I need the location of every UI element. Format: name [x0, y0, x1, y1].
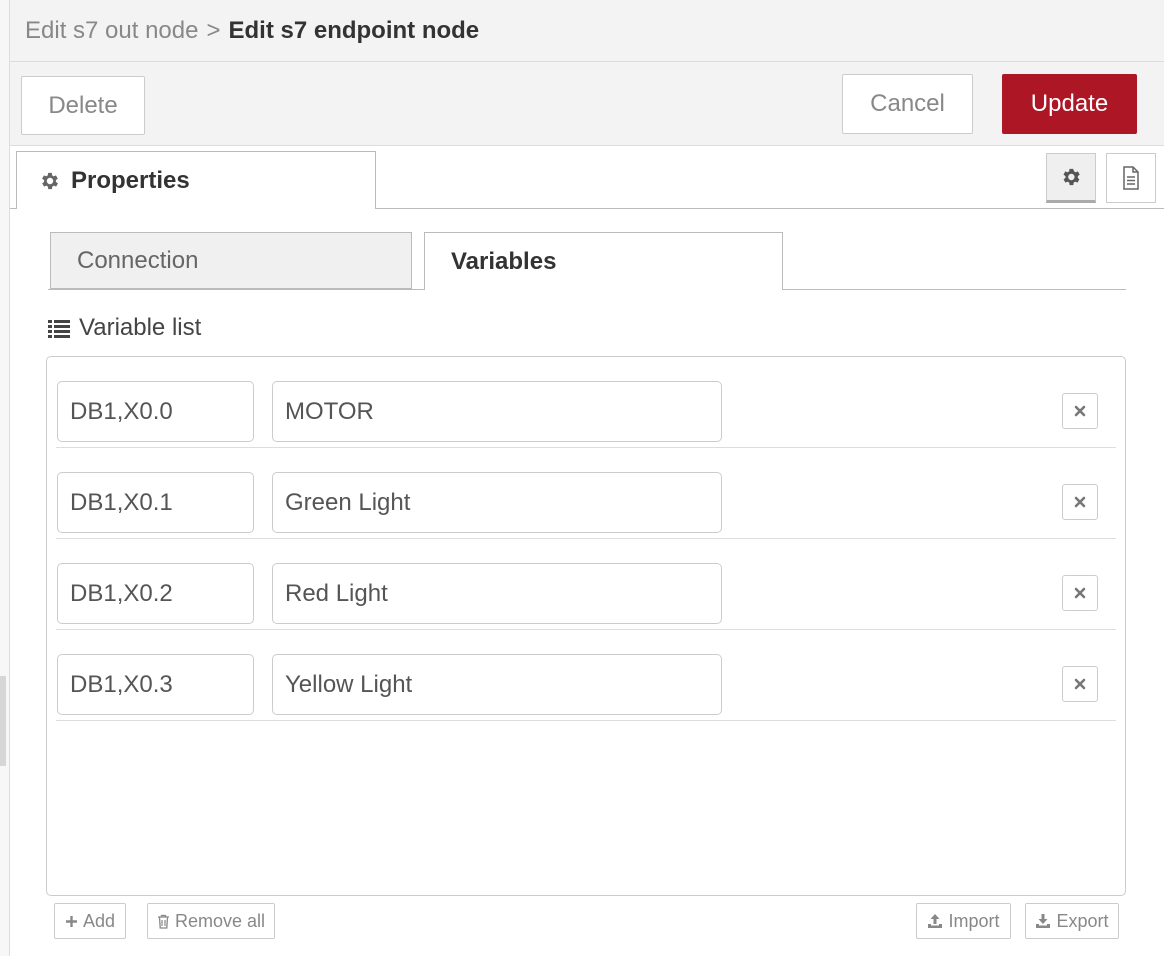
variable-name-input[interactable]: Red Light: [272, 563, 722, 624]
list-icon: [47, 318, 71, 338]
variable-address-input[interactable]: DB1,X0.0: [57, 381, 254, 442]
tab-properties[interactable]: Properties: [16, 151, 376, 209]
export-button[interactable]: Export: [1025, 903, 1119, 939]
remove-row-button[interactable]: [1062, 575, 1098, 611]
import-label: Import: [948, 910, 1000, 931]
tab-connection[interactable]: Connection: [50, 232, 412, 289]
variable-name-input[interactable]: Green Light: [272, 472, 722, 533]
variable-address-input[interactable]: DB1,X0.2: [57, 563, 254, 624]
breadcrumb: Edit s7 out node > Edit s7 endpoint node: [10, 0, 1164, 62]
upload-icon: [927, 913, 943, 929]
list-item: DB1,X0.3 Yellow Light: [56, 630, 1116, 721]
breadcrumb-separator: >: [206, 16, 221, 44]
download-icon: [1035, 913, 1051, 929]
remove-all-button[interactable]: Remove all: [147, 903, 275, 939]
list-item: DB1,X0.1 Green Light: [56, 448, 1116, 539]
tab-variables[interactable]: Variables: [424, 232, 783, 290]
close-icon: [1074, 587, 1086, 599]
list-item: DB1,X0.2 Red Light: [56, 539, 1116, 630]
gear-icon: [1060, 166, 1082, 188]
export-label: Export: [1056, 910, 1109, 931]
trash-icon: [157, 914, 170, 929]
add-variable-label: Add: [82, 910, 116, 931]
delete-button[interactable]: Delete: [21, 76, 145, 135]
editor-tabs: Properties: [10, 146, 1164, 210]
variable-name-input[interactable]: Yellow Light: [272, 654, 722, 715]
close-icon: [1074, 496, 1086, 508]
left-edge-strip: [0, 0, 10, 956]
remove-all-label: Remove all: [174, 910, 266, 931]
node-description-tab-button[interactable]: [1106, 153, 1156, 203]
variable-list-label: Variable list: [79, 314, 202, 341]
close-icon: [1074, 405, 1086, 417]
remove-row-button[interactable]: [1062, 666, 1098, 702]
cancel-button[interactable]: Cancel: [842, 74, 973, 134]
breadcrumb-current: Edit s7 endpoint node: [228, 16, 480, 44]
variable-address-input[interactable]: DB1,X0.1: [57, 472, 254, 533]
update-button[interactable]: Update: [1002, 74, 1137, 134]
remove-row-button[interactable]: [1062, 393, 1098, 429]
plus-icon: [65, 915, 78, 928]
tab-properties-label: Properties: [71, 166, 190, 194]
gear-icon: [39, 170, 61, 192]
variable-address-input[interactable]: DB1,X0.3: [57, 654, 254, 715]
node-settings-tab-button[interactable]: [1046, 153, 1096, 203]
list-item: DB1,X0.0 MOTOR: [56, 357, 1116, 448]
breadcrumb-parent[interactable]: Edit s7 out node: [25, 17, 198, 45]
remove-row-button[interactable]: [1062, 484, 1098, 520]
variable-name-input[interactable]: MOTOR: [272, 381, 722, 442]
import-button[interactable]: Import: [916, 903, 1011, 939]
left-edge-handle[interactable]: [0, 676, 6, 766]
document-icon: [1121, 166, 1141, 190]
editor-toolbar: Delete Cancel Update: [10, 62, 1164, 146]
config-subtabs: Connection Variables: [48, 232, 1126, 290]
close-icon: [1074, 678, 1086, 690]
add-variable-button[interactable]: Add: [54, 903, 126, 939]
variable-list[interactable]: DB1,X0.0 MOTOR DB1,X0.1 Green Light DB1,…: [46, 356, 1126, 896]
variable-list-heading: Variable list: [47, 314, 201, 342]
